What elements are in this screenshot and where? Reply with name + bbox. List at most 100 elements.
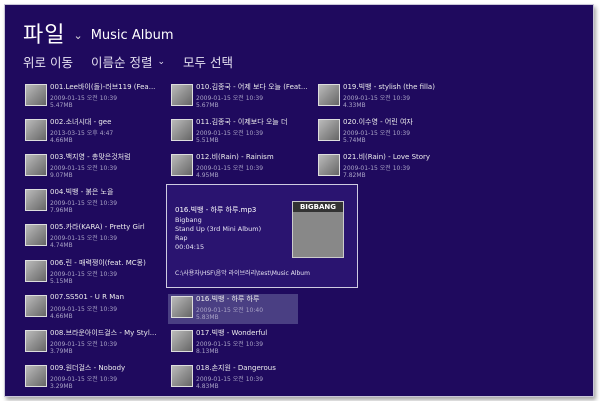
file-name: 004.빅뱅 - 붉은 노을 <box>50 188 114 196</box>
file-date: 2009-01-15 오전 10:39 <box>343 95 411 102</box>
sort-button[interactable]: 이름순 정렬 ⌄ <box>91 52 165 71</box>
file-size: 4.83MB <box>196 383 219 390</box>
file-tile[interactable]: 001.Lee바이(돌)-러브119 (Fea... 2009-01-15 오전… <box>25 82 155 116</box>
go-up-button[interactable]: 위로 이동 <box>23 52 73 71</box>
file-date: 2009-01-15 오전 10:39 <box>50 165 118 172</box>
app-window: 파일 ⌄ Music Album 위로 이동 이름순 정렬 ⌄ 모두 선택 00… <box>4 4 594 397</box>
file-date: 2009-01-15 오전 10:39 <box>50 95 118 102</box>
file-size: 5.74MB <box>343 137 366 144</box>
file-tile[interactable]: 011.김종국 - 이제보다 오늘 더 2009-01-15 오전 10:39 … <box>171 117 301 151</box>
chevron-down-icon[interactable]: ⌄ <box>73 29 82 42</box>
album-thumbnail <box>318 84 340 106</box>
select-all-button[interactable]: 모두 선택 <box>183 52 233 71</box>
detail-album: Stand Up (3rd Mini Album) <box>175 225 262 233</box>
file-name: 001.Lee바이(돌)-러브119 (Fea... <box>50 83 156 91</box>
file-size: 5.51MB <box>196 137 219 144</box>
file-size: 5.67MB <box>196 102 219 109</box>
album-thumbnail <box>171 84 193 106</box>
file-tile[interactable]: 018.손지원 - Dangerous 2009-01-15 오전 10:39 … <box>171 363 301 396</box>
file-size: 3.79MB <box>50 348 73 355</box>
album-thumbnail <box>318 119 340 141</box>
album-thumbnail <box>25 365 47 387</box>
file-size: 4.33MB <box>343 102 366 109</box>
file-size: 4.74MB <box>50 242 73 249</box>
album-thumbnail <box>25 119 47 141</box>
file-size: 7.82MB <box>343 172 366 179</box>
file-date: 2009-01-15 오전 10:39 <box>50 341 118 348</box>
file-size: 5.15MB <box>50 278 73 285</box>
file-size: 5.47MB <box>50 102 73 109</box>
file-date: 2009-01-15 오전 10:39 <box>343 165 411 172</box>
album-thumbnail <box>318 154 340 176</box>
file-date: 2009-01-15 오전 10:39 <box>50 271 118 278</box>
file-name: 006.린 - 매력쟁이(feat. MC몽) <box>50 259 146 267</box>
detail-duration: 00:04:15 <box>175 243 205 251</box>
chevron-down-icon: ⌄ <box>157 56 166 67</box>
file-detail-popup: 016.빅뱅 - 하루 하루.mp3 Bigbang Stand Up (3rd… <box>166 184 358 288</box>
file-size: 3.29MB <box>50 383 73 390</box>
file-date: 2009-01-15 오전 10:39 <box>196 95 264 102</box>
command-bar: 위로 이동 이름순 정렬 ⌄ 모두 선택 <box>23 52 251 71</box>
file-name: 003.백지영 - 총맞은것처럼 <box>50 153 131 161</box>
detail-artist: Bigbang <box>175 216 202 224</box>
album-thumbnail <box>25 154 47 176</box>
file-date: 2009-01-15 오전 10:40 <box>196 307 264 314</box>
album-thumbnail <box>25 260 47 282</box>
file-date: 2009-01-15 오전 10:39 <box>343 130 411 137</box>
album-thumbnail <box>25 330 47 352</box>
file-tile[interactable]: 006.린 - 매력쟁이(feat. MC몽) 2009-01-15 오전 10… <box>25 258 155 292</box>
file-name: 021.비(Rain) - Love Story <box>343 153 431 161</box>
album-cover-text: BIGBANG <box>299 203 337 211</box>
file-tile[interactable]: 021.비(Rain) - Love Story 2009-01-15 오전 1… <box>318 152 448 186</box>
detail-filename: 016.빅뱅 - 하루 하루.mp3 <box>175 206 257 214</box>
file-size: 4.66MB <box>50 137 73 144</box>
file-size: 8.13MB <box>196 348 219 355</box>
header: 파일 ⌄ Music Album <box>23 13 173 53</box>
file-date: 2009-01-15 오전 10:39 <box>196 165 264 172</box>
file-tile[interactable]: 008.브라운아이드걸스 - My Styl... 2009-01-15 오전 … <box>25 328 156 362</box>
file-tile-selected[interactable]: 016.빅뱅 - 하루 하루 2009-01-15 오전 10:40 5.83M… <box>168 294 298 324</box>
app-title: 파일 <box>23 23 66 48</box>
file-name: 018.손지원 - Dangerous <box>196 364 276 372</box>
file-tile[interactable]: 012.비(Rain) - Rainism 2009-01-15 오전 10:3… <box>171 152 301 186</box>
file-name: 009.원더걸스 - Nobody <box>50 364 126 372</box>
file-tile[interactable]: 003.백지영 - 총맞은것처럼 2009-01-15 오전 10:39 9.0… <box>25 152 155 186</box>
file-date: 2009-01-15 오전 10:39 <box>50 376 118 383</box>
folder-name[interactable]: Music Album <box>91 28 174 43</box>
album-thumbnail <box>171 119 193 141</box>
file-tile[interactable]: 017.빅뱅 - Wonderful 2009-01-15 오전 10:39 8… <box>171 328 301 362</box>
album-thumbnail <box>25 224 47 246</box>
file-name: 008.브라운아이드걸스 - My Styl... <box>50 329 157 337</box>
file-tile[interactable]: 019.빅뱅 - stylish (the filla) 2009-01-15 … <box>318 82 448 116</box>
album-thumbnail <box>171 296 193 318</box>
file-size: 5.83MB <box>196 314 219 321</box>
file-tile[interactable]: 009.원더걸스 - Nobody 2009-01-15 오전 10:39 3.… <box>25 363 155 396</box>
file-size: 9.07MB <box>50 172 73 179</box>
file-name: 007.SS501 - U R Man <box>50 293 125 301</box>
file-date: 2009-01-15 오전 10:39 <box>50 306 118 313</box>
file-name: 019.빅뱅 - stylish (the filla) <box>343 83 435 91</box>
file-tile[interactable]: 010.김종국 - 어제 보다 오늘 (Feat... 2009-01-15 오… <box>171 82 308 116</box>
file-date: 2009-01-15 오전 10:39 <box>50 235 118 242</box>
file-name: 011.김종국 - 이제보다 오늘 더 <box>196 118 288 126</box>
file-tile[interactable]: 020.이수영 - 어린 여자 2009-01-15 오전 10:39 5.74… <box>318 117 448 151</box>
file-date: 2009-01-15 오전 10:39 <box>50 200 118 207</box>
file-date: 2009-01-15 오전 10:39 <box>196 376 264 383</box>
file-tile[interactable]: 004.빅뱅 - 붉은 노을 2009-01-15 오전 10:39 7.96M… <box>25 187 155 221</box>
file-tile[interactable]: 002.소녀시대 - gee 2013-03-15 오후 4:47 4.66MB <box>25 117 155 151</box>
file-name: 020.이수영 - 어린 여자 <box>343 118 413 126</box>
detail-genre: Rap <box>175 234 188 242</box>
file-name: 012.비(Rain) - Rainism <box>196 153 274 161</box>
album-thumbnail <box>25 84 47 106</box>
file-size: 7.96MB <box>50 207 73 214</box>
file-tile[interactable]: 005.카라(KARA) - Pretty Girl 2009-01-15 오전… <box>25 222 155 256</box>
file-date: 2009-01-15 오전 10:39 <box>196 130 264 137</box>
album-thumbnail <box>25 189 47 211</box>
album-thumbnail <box>25 295 47 317</box>
detail-path: C:\사용자\HSF\음악 라이브러리\test\Music Album <box>175 270 310 277</box>
album-thumbnail <box>171 154 193 176</box>
file-tile[interactable]: 007.SS501 - U R Man 2009-01-15 오전 10:39 … <box>25 293 155 327</box>
sort-label: 이름순 정렬 <box>90 55 153 70</box>
file-name: 005.카라(KARA) - Pretty Girl <box>50 223 145 231</box>
album-cover: BIGBANG <box>292 201 344 258</box>
